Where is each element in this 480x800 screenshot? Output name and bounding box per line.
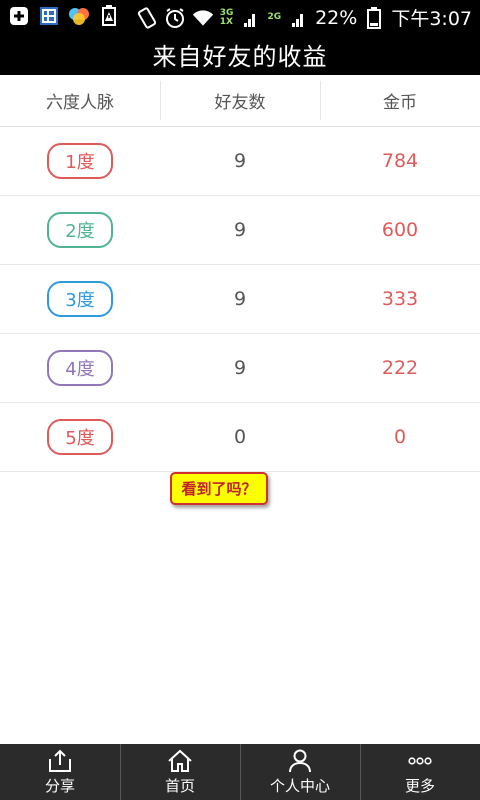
friends-count: 9: [233, 219, 247, 241]
nav-label: 更多: [404, 777, 435, 795]
network-type-3g: 3G 1X: [219, 7, 234, 27]
network-type-2g: 2G: [267, 12, 282, 22]
nav-item-profile[interactable]: 个人中心: [240, 744, 360, 800]
battery-icon: [363, 6, 385, 29]
home-icon: [166, 748, 194, 774]
title-bar: 来自好友的收益: [0, 33, 480, 75]
degree-cell: 5度: [0, 403, 160, 471]
friends-count: 9: [233, 288, 247, 310]
coin-value: 333: [381, 288, 419, 310]
share-icon: [46, 748, 74, 774]
column-header-friends: 好友数: [160, 75, 320, 126]
degree-badge[interactable]: 4度: [47, 350, 113, 386]
status-time: 下午3:07: [391, 8, 472, 30]
nav-label: 分享: [44, 777, 75, 795]
battery-percent: 22%: [315, 6, 358, 29]
nav-item-share[interactable]: 分享: [0, 744, 120, 800]
column-header-degree: 六度人脉: [46, 93, 114, 113]
degree-cell: 1度: [0, 127, 160, 195]
table-row[interactable]: 1度 9 784: [0, 127, 480, 196]
status-bar: 3G 1X 2G 22% 下午3:07: [0, 0, 480, 33]
friends-count: 9: [233, 357, 247, 379]
degree-cell: 3度: [0, 265, 160, 333]
status-bar-right: 3G 1X 2G 22% 下午3:07: [136, 4, 472, 31]
friends-count: 0: [233, 426, 247, 448]
colorful-circles-icon: [68, 5, 90, 27]
degree-badge[interactable]: 5度: [47, 419, 113, 455]
rotate-icon: [136, 6, 158, 29]
nav-item-more[interactable]: 更多: [360, 744, 480, 800]
coin-value: 784: [381, 150, 419, 172]
signal-icon-2: [287, 7, 309, 29]
nav-item-home[interactable]: 首页: [120, 744, 240, 800]
more-icon: [406, 748, 434, 774]
degree-badge[interactable]: 3度: [47, 281, 113, 317]
battery-warning-icon: [98, 5, 120, 27]
add-square-icon: [8, 5, 30, 27]
hint-tooltip: 看到了吗？: [170, 472, 268, 505]
coin-value: 0: [393, 426, 407, 448]
table-header: 六度人脉 好友数 金币: [0, 75, 480, 127]
coin-value: 222: [381, 357, 419, 379]
coin-value: 600: [381, 219, 419, 241]
table-row[interactable]: 3度 9 333: [0, 265, 480, 334]
table-row[interactable]: 4度 9 222: [0, 334, 480, 403]
degree-badge[interactable]: 1度: [47, 143, 113, 179]
degree-cell: 4度: [0, 334, 160, 402]
nav-label: 首页: [164, 777, 195, 795]
alarm-icon: [164, 7, 186, 29]
signal-icon: [239, 7, 261, 29]
status-bar-left: [8, 5, 120, 27]
calendar-icon: [38, 5, 60, 27]
page-title: 来自好友的收益: [152, 42, 328, 71]
degree-badge[interactable]: 2度: [47, 212, 113, 248]
nav-label: 个人中心: [269, 777, 330, 795]
earnings-table: 1度 9 784 2度 9 600 3度 9 333 4度 9 222 5度 0…: [0, 127, 480, 472]
user-icon: [286, 748, 314, 774]
wifi-icon: [192, 7, 214, 29]
bottom-nav: 分享 首页 个人中心 更多: [0, 744, 480, 800]
column-header-coins: 金币: [320, 75, 480, 126]
table-row[interactable]: 2度 9 600: [0, 196, 480, 265]
degree-cell: 2度: [0, 196, 160, 264]
table-row[interactable]: 5度 0 0: [0, 403, 480, 472]
friends-count: 9: [233, 150, 247, 172]
